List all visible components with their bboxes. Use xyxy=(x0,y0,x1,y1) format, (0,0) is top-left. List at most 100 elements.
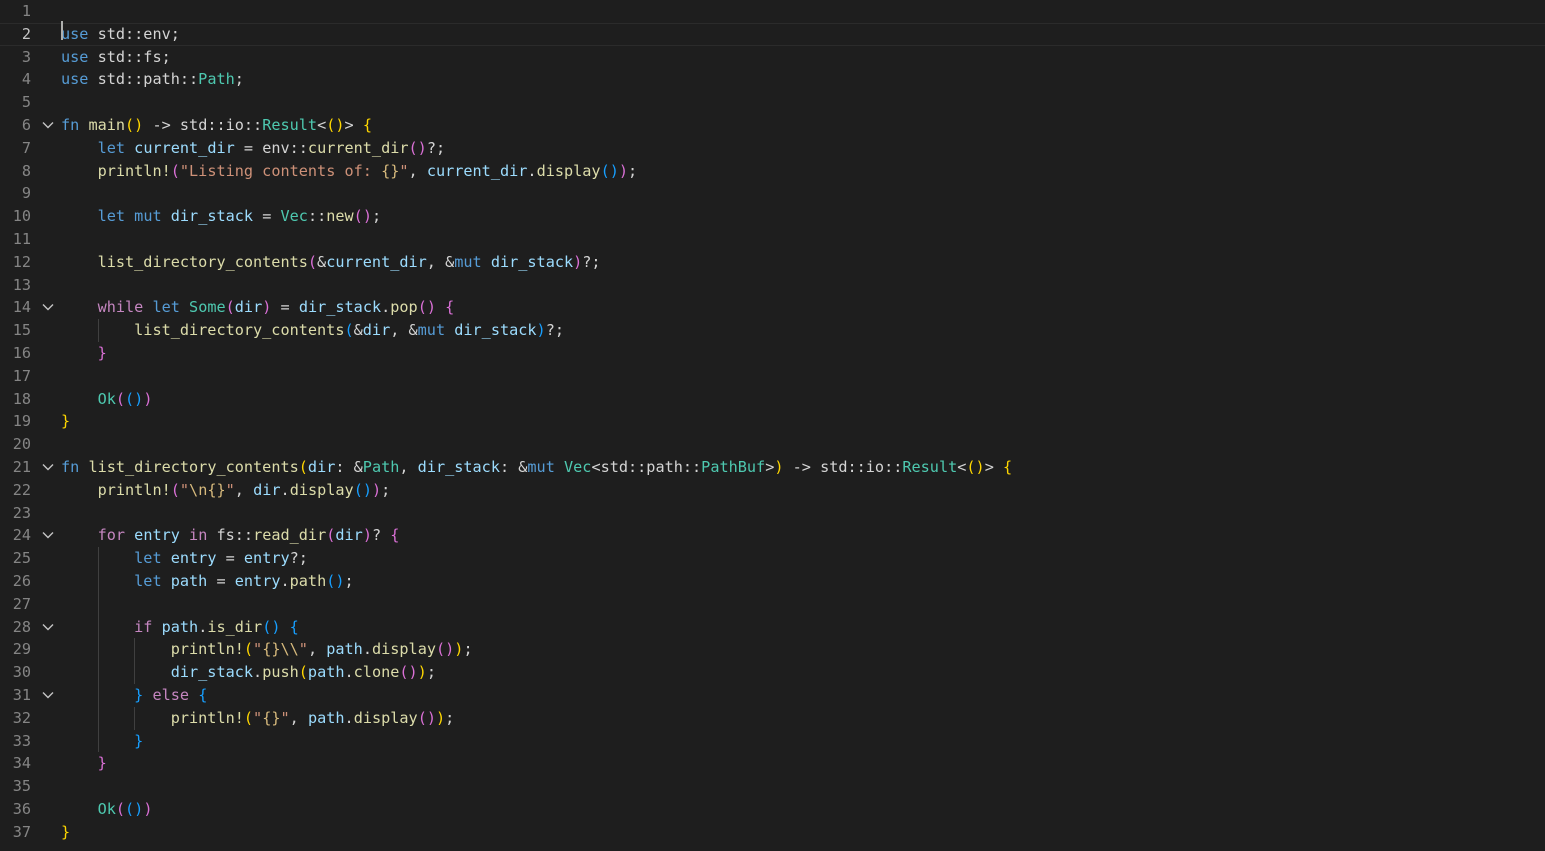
chevron-down-icon[interactable] xyxy=(41,684,55,707)
code-token: main xyxy=(88,116,126,134)
code-token: read_dir xyxy=(253,526,327,545)
code-line[interactable]: 15 list_directory_contents(&dir, &mut di… xyxy=(0,319,1545,342)
code-line[interactable]: 35 xyxy=(0,775,1545,798)
code-line[interactable]: 24 for entry in fs::read_dir(dir)? { xyxy=(0,524,1545,547)
code-line[interactable]: 19} xyxy=(0,410,1545,433)
code-line[interactable]: 5 xyxy=(0,91,1545,114)
code-token: ( xyxy=(170,480,180,499)
code-line[interactable]: 2 use std::env; xyxy=(0,22,1545,46)
code-line[interactable]: 28 if path.is_dir() { xyxy=(0,616,1545,639)
code-line[interactable]: 21 fn list_directory_contents(dir: &Path,… xyxy=(0,456,1545,479)
code-line[interactable]: 3 use std::fs; xyxy=(0,46,1545,69)
line-number: 26 xyxy=(12,572,31,590)
line-number: 32 xyxy=(12,708,31,727)
line-number: 18 xyxy=(12,389,31,408)
code-line[interactable]: 18 Ok(()) xyxy=(0,388,1545,411)
line-number: 16 xyxy=(12,344,31,362)
code-token: -> std::io:: xyxy=(783,458,903,476)
code-token: display xyxy=(289,480,354,499)
code-token: ? xyxy=(371,526,391,545)
code-line[interactable]: 16 } xyxy=(0,342,1545,365)
chevron-down-icon[interactable] xyxy=(41,524,55,547)
code-token: let xyxy=(97,138,126,157)
code-token: Result xyxy=(902,458,958,476)
code-token: = xyxy=(216,549,244,568)
line-code: let current_dir = env::current_dir()?; xyxy=(61,137,446,160)
code-line[interactable]: 31 } else { xyxy=(0,684,1545,707)
code-line[interactable]: 30 dir_stack.push(path.clone()); xyxy=(0,661,1545,684)
code-line[interactable]: 14 while let Some(dir) = dir_stack.pop()… xyxy=(0,296,1545,319)
code-line[interactable]: 11 xyxy=(0,228,1545,251)
code-token: display xyxy=(353,708,418,727)
code-token: path xyxy=(307,708,345,727)
line-code: } xyxy=(61,752,107,775)
code-line[interactable]: 10 let mut dir_stack = Vec::new(); xyxy=(0,205,1545,228)
code-token: std::env; xyxy=(88,24,180,43)
code-token: " xyxy=(225,480,235,499)
line-number: 14 xyxy=(12,298,31,317)
code-token: dir_stack xyxy=(298,298,382,317)
chevron-down-icon[interactable] xyxy=(41,616,55,639)
code-line[interactable]: 20 xyxy=(0,433,1545,456)
chevron-down-icon[interactable] xyxy=(41,296,55,319)
line-code: } xyxy=(61,821,70,844)
code-token: ) xyxy=(436,708,446,727)
code-line[interactable]: 4 use std::path::Path; xyxy=(0,68,1545,91)
code-token: std::fs; xyxy=(88,47,171,66)
code-token: -> std::io:: xyxy=(143,116,263,134)
code-token: ( xyxy=(115,800,126,818)
code-line[interactable]: 37} xyxy=(0,821,1545,844)
chevron-down-icon[interactable] xyxy=(41,456,55,479)
code-token: println! xyxy=(170,708,244,727)
code-line[interactable]: 29 println!("{}\\", path.display()); xyxy=(0,638,1545,661)
code-token: use xyxy=(61,24,89,43)
line-number: 20 xyxy=(12,435,31,454)
code-token: { xyxy=(1003,458,1013,476)
line-code: println!("\n{}", dir.display()); xyxy=(61,479,391,502)
code-line[interactable]: 27 xyxy=(0,593,1545,616)
code-token: mut xyxy=(454,252,482,271)
code-line[interactable]: 36 Ok(()) xyxy=(0,798,1545,821)
code-line[interactable]: 9 xyxy=(0,182,1545,205)
code-line[interactable]: 13 xyxy=(0,274,1545,297)
code-line[interactable]: 6 fn main() -> std::io::Result<()> { xyxy=(0,114,1545,137)
code-token: {} xyxy=(207,480,226,499)
code-line[interactable]: 25 let entry = entry?; xyxy=(0,547,1545,570)
line-code: println!("Listing contents of: {}", curr… xyxy=(61,160,638,183)
line-code: use std::fs; xyxy=(61,46,171,69)
code-line[interactable]: 23 xyxy=(0,502,1545,525)
chevron-down-icon[interactable] xyxy=(41,114,55,137)
code-token: ; xyxy=(234,70,244,89)
code-token: ( xyxy=(344,321,354,340)
code-line[interactable]: 32 println!("{}", path.display()); xyxy=(0,707,1545,730)
code-token: " xyxy=(253,640,263,659)
code-line[interactable]: 7 let current_dir = env::current_dir()?; xyxy=(0,137,1545,160)
code-editor[interactable]: 1 2 use std::env; 3 use std::fs; 4 use std::pa… xyxy=(0,0,1545,851)
code-line[interactable]: 1 xyxy=(0,0,1545,23)
line-code: let mut dir_stack = Vec::new(); xyxy=(61,205,382,228)
code-token: Some xyxy=(189,298,226,317)
code-line[interactable]: 12 list_directory_contents(&current_dir,… xyxy=(0,251,1545,274)
code-token: display xyxy=(371,640,436,659)
code-line[interactable]: 26 let path = entry.path(); xyxy=(0,570,1545,593)
line-code: for entry in fs::read_dir(dir)? { xyxy=(61,524,400,547)
code-token: ; xyxy=(371,207,382,226)
code-line[interactable]: 22 println!("\n{}", dir.display()); xyxy=(0,479,1545,502)
code-token: } xyxy=(134,731,144,750)
code-token: {} xyxy=(381,161,400,180)
code-line[interactable]: 17 xyxy=(0,365,1545,388)
code-line[interactable]: 34 } xyxy=(0,752,1545,775)
code-line[interactable]: 33 } xyxy=(0,730,1545,753)
code-token: \\ xyxy=(280,640,299,659)
code-token: { xyxy=(390,526,400,545)
code-line[interactable]: 8 println!("Listing contents of: {}", cu… xyxy=(0,160,1545,183)
code-token: . xyxy=(253,663,263,682)
code-token: fn xyxy=(61,458,80,476)
code-token: () xyxy=(125,800,144,818)
